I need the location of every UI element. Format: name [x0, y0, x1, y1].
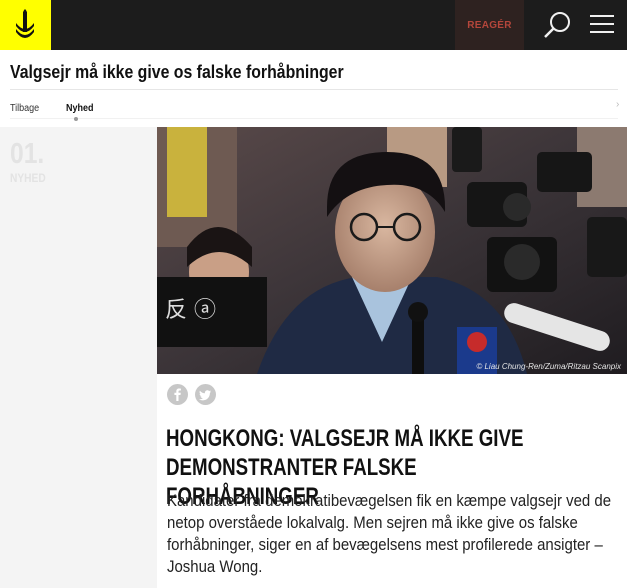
article-lead: Kandidater fra demokratibevægelsen fik e…: [167, 491, 612, 576]
tab-nyhed[interactable]: Nyhed: [66, 103, 94, 114]
top-bar: REAGÉR: [0, 0, 627, 50]
svg-text:反 ⓐ: 反 ⓐ: [165, 298, 216, 323]
react-button[interactable]: REAGÉR: [455, 0, 524, 50]
left-column: [0, 127, 157, 588]
active-indicator: [74, 117, 78, 121]
hero-photo: 反 ⓐ: [157, 127, 627, 374]
headline-line: HONGKONG: VALGSEJR MÅ IKKE GIVE: [166, 425, 524, 452]
twitter-icon: [199, 390, 211, 401]
item-number: 01.: [10, 138, 45, 170]
crumb-divider: [10, 118, 618, 119]
menu-icon[interactable]: [590, 15, 614, 35]
candle-logo-icon: [16, 9, 34, 38]
item-kind: NYHED: [10, 171, 46, 185]
facebook-share-button[interactable]: [167, 384, 188, 405]
photo-credit: © Liau Chung-Ren/Zuma/Ritzau Scanpix: [476, 362, 621, 371]
divider: [10, 89, 618, 90]
chevron-right-icon[interactable]: ›: [616, 99, 619, 110]
twitter-share-button[interactable]: [195, 384, 216, 405]
facebook-icon: [174, 388, 181, 401]
amnesty-logo[interactable]: [0, 0, 51, 50]
search-icon[interactable]: [543, 10, 573, 40]
article-title: Valgsejr må ikke give os falske forhåbni…: [10, 62, 344, 82]
hero-image: 反 ⓐ © Liau Chung-Ren/Zuma/Ritzau Scanpix: [157, 127, 627, 374]
back-link[interactable]: Tilbage: [10, 103, 39, 114]
